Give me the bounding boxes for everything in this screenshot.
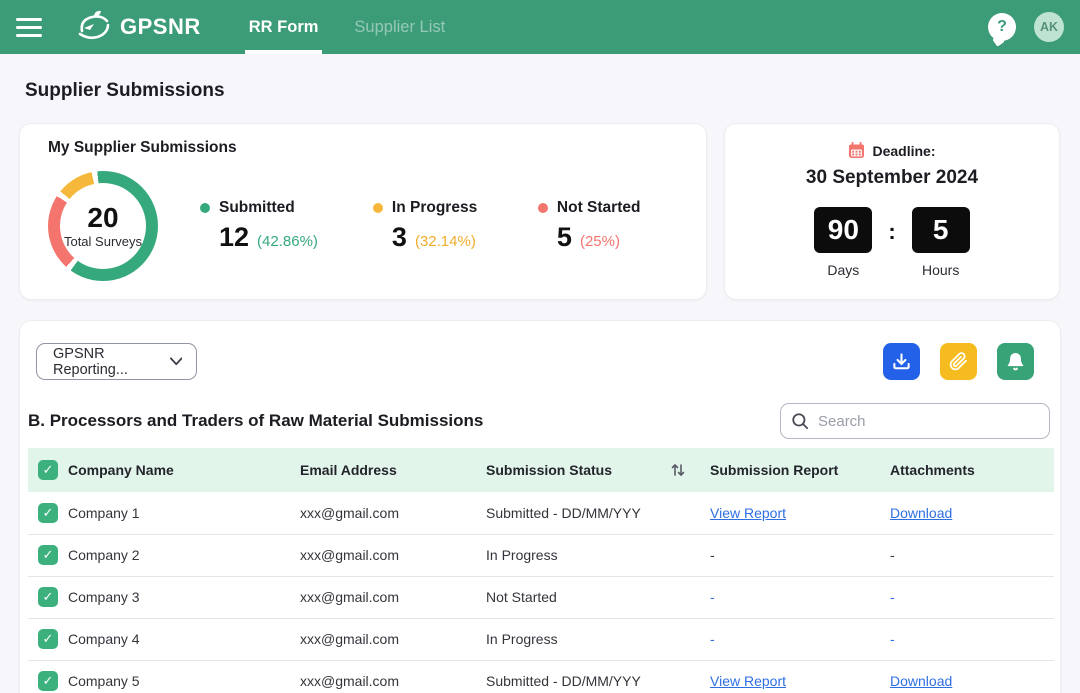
- attachment-cell: -: [890, 631, 895, 647]
- summary-card-title: My Supplier Submissions: [48, 139, 678, 157]
- countdown-days-label: Days: [827, 262, 859, 278]
- help-glyph: ?: [997, 18, 1007, 36]
- menu-icon[interactable]: [16, 18, 46, 37]
- nav-tabs: RR Form Supplier List: [231, 0, 463, 54]
- donut-total-label: Total Surveys: [64, 234, 142, 249]
- gpsnr-logo[interactable]: GPSNR: [74, 0, 201, 54]
- submission-report-cell: -: [710, 589, 715, 605]
- calendar-icon: [848, 142, 865, 159]
- download-button[interactable]: [883, 343, 920, 380]
- column-header-company: Company Name: [68, 448, 300, 492]
- donut-chart: 20 Total Surveys: [48, 171, 158, 281]
- page-title: Supplier Submissions: [25, 80, 1061, 102]
- deadline-label: Deadline:: [872, 143, 935, 159]
- legend-item-submitted: Submitted 12 (42.86%): [200, 199, 318, 253]
- tab-supplier-list[interactable]: Supplier List: [350, 0, 449, 54]
- download-icon: [892, 352, 911, 371]
- dropdown-selected-value: GPSNR Reporting...: [53, 346, 170, 378]
- countdown-hours-value: 5: [912, 207, 970, 253]
- row-checkbox[interactable]: [38, 587, 58, 607]
- column-header-report: Submission Report: [710, 448, 890, 492]
- help-icon[interactable]: ?: [988, 13, 1016, 41]
- submission-report-cell: -: [710, 547, 715, 563]
- email-cell: xxx@gmail.com: [300, 618, 486, 660]
- countdown-hours-label: Hours: [922, 262, 959, 278]
- attachment-cell[interactable]: Download: [890, 673, 952, 689]
- email-cell: xxx@gmail.com: [300, 492, 486, 534]
- company-name-cell: Company 5: [68, 660, 300, 693]
- avatar[interactable]: AK: [1034, 12, 1064, 42]
- submission-status-cell: Not Started: [486, 576, 710, 618]
- submission-status-cell: In Progress: [486, 534, 710, 576]
- notification-button[interactable]: [997, 343, 1034, 380]
- attachment-cell[interactable]: Download: [890, 505, 952, 521]
- chart-legend: Submitted 12 (42.86%) In Progress: [200, 199, 648, 253]
- donut-total: 20: [87, 204, 118, 232]
- tab-rr-form[interactable]: RR Form: [245, 0, 323, 54]
- email-cell: xxx@gmail.com: [300, 534, 486, 576]
- attachment-cell: -: [890, 547, 895, 563]
- email-cell: xxx@gmail.com: [300, 660, 486, 693]
- table-section-heading: B. Processors and Traders of Raw Materia…: [28, 411, 483, 431]
- countdown-separator: :: [888, 219, 895, 245]
- legend-item-in-progress: In Progress 3 (32.14%): [373, 199, 483, 253]
- submissions-table: Company Name Email Address Submission St…: [28, 448, 1054, 693]
- table-row: Company 1 xxx@gmail.com Submitted - DD/M…: [28, 492, 1054, 534]
- row-checkbox[interactable]: [38, 671, 58, 691]
- bell-icon: [1006, 352, 1025, 371]
- table-row: Company 3 xxx@gmail.com Not Started - -: [28, 576, 1054, 618]
- countdown: 90 Days : 5 Hours: [814, 207, 969, 278]
- brand-name: GPSNR: [120, 14, 201, 40]
- company-name-cell: Company 1: [68, 492, 300, 534]
- company-name-cell: Company 4: [68, 618, 300, 660]
- countdown-days-value: 90: [814, 207, 872, 253]
- gpsnr-logo-icon: [74, 9, 116, 45]
- table-row: Company 4 xxx@gmail.com In Progress - -: [28, 618, 1054, 660]
- column-header-status: Submission Status: [486, 448, 710, 492]
- submission-status-cell: In Progress: [486, 618, 710, 660]
- row-checkbox[interactable]: [38, 545, 58, 565]
- navbar: GPSNR RR Form Supplier List ? AK: [0, 0, 1080, 54]
- sort-icon[interactable]: [670, 462, 686, 478]
- main-content: Supplier Submissions My Supplier Submiss…: [0, 80, 1080, 693]
- legend-dot-in-progress: [373, 203, 383, 213]
- legend-dot-not-started: [538, 203, 548, 213]
- paperclip-icon: [949, 352, 968, 371]
- chevron-down-icon: [170, 357, 183, 366]
- search-icon: [791, 412, 809, 430]
- company-name-cell: Company 2: [68, 534, 300, 576]
- company-name-cell: Company 3: [68, 576, 300, 618]
- submission-report-cell: -: [710, 631, 715, 647]
- deadline-card: Deadline: 30 September 2024 90 Days : 5 …: [724, 123, 1060, 300]
- table-row: Company 2 xxx@gmail.com In Progress - -: [28, 534, 1054, 576]
- attachment-button[interactable]: [940, 343, 977, 380]
- email-cell: xxx@gmail.com: [300, 576, 486, 618]
- submission-status-cell: Submitted - DD/MM/YYY: [486, 492, 710, 534]
- column-header-attachments: Attachments: [890, 448, 1054, 492]
- submission-report-cell[interactable]: View Report: [710, 505, 786, 521]
- table-body: Company 1 xxx@gmail.com Submitted - DD/M…: [28, 492, 1054, 693]
- search-input[interactable]: [818, 413, 1039, 430]
- row-checkbox[interactable]: [38, 629, 58, 649]
- legend-item-not-started: Not Started 5 (25%): [538, 199, 648, 253]
- table-header-row: Company Name Email Address Submission St…: [28, 448, 1054, 492]
- summary-card: My Supplier Submissions 20 Total Surveys…: [19, 123, 707, 300]
- report-type-dropdown[interactable]: GPSNR Reporting...: [36, 343, 197, 380]
- deadline-date: 30 September 2024: [806, 167, 978, 189]
- column-header-email: Email Address: [300, 448, 486, 492]
- table-row: Company 5 xxx@gmail.com Submitted - DD/M…: [28, 660, 1054, 693]
- attachment-cell: -: [890, 589, 895, 605]
- select-all-checkbox[interactable]: [38, 460, 58, 480]
- search-box[interactable]: [780, 403, 1050, 439]
- row-checkbox[interactable]: [38, 503, 58, 523]
- submission-report-cell[interactable]: View Report: [710, 673, 786, 689]
- submission-status-cell: Submitted - DD/MM/YYY: [486, 660, 710, 693]
- legend-dot-submitted: [200, 203, 210, 213]
- submissions-table-card: GPSNR Reporting... B. Processors and Tra…: [19, 320, 1061, 693]
